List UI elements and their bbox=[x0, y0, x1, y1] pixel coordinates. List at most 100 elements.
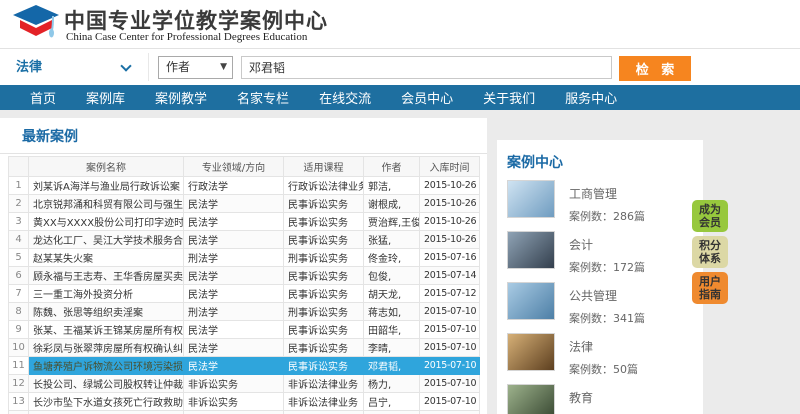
category-item[interactable]: 教育 案例数：65篇 bbox=[507, 384, 703, 414]
case-author: 贾治辉,王俊 bbox=[364, 213, 420, 231]
case-link[interactable]: 长投公司、绿城公司股权转让仲裁案（ bbox=[29, 375, 184, 393]
case-link[interactable]: 中国诉美国四种产品（标准钢管、矩形 bbox=[29, 411, 184, 414]
case-author: 陈咏梅, bbox=[364, 411, 420, 414]
category-text: 教育 案例数：65篇 bbox=[569, 384, 638, 414]
case-link[interactable]: 长沙市坠下水道女孩死亡行政救助案例 bbox=[29, 393, 184, 411]
case-index: 4 bbox=[9, 231, 29, 249]
category-item[interactable]: 会计 案例数：172篇 bbox=[507, 231, 703, 275]
case-link[interactable]: 张某、王福某诉王锦某房屋所有权确认 bbox=[29, 321, 184, 339]
case-author: 邓君韬, bbox=[364, 357, 420, 375]
case-field: 民法学 bbox=[184, 339, 284, 357]
site-logo[interactable] bbox=[12, 3, 60, 45]
category-count: 案例数：172篇 bbox=[569, 259, 645, 275]
category-text: 会计 案例数：172篇 bbox=[569, 231, 645, 275]
case-link[interactable]: 鱼塘养殖户诉物流公司环境污染损害案 bbox=[29, 357, 184, 375]
side-button[interactable]: 成为 会员 bbox=[692, 200, 728, 232]
case-field: 民法学 bbox=[184, 321, 284, 339]
case-author: 谢根成, bbox=[364, 195, 420, 213]
nav-item[interactable]: 案例教学 bbox=[155, 88, 207, 107]
case-link[interactable]: 刘某诉A海洋与渔业局行政诉讼案 bbox=[29, 177, 184, 195]
case-date: 2015-07-10 bbox=[420, 339, 480, 357]
case-index: 2 bbox=[9, 195, 29, 213]
nav-item[interactable]: 在线交流 bbox=[319, 88, 371, 107]
case-link[interactable]: 三一重工海外投资分析 bbox=[29, 285, 184, 303]
table-row: 1 刘某诉A海洋与渔业局行政诉讼案 行政法学 行政诉讼法律业务 郭洁, 2015… bbox=[9, 177, 480, 195]
case-course: 刑事诉讼实务 bbox=[284, 249, 364, 267]
category-item[interactable]: 法律 案例数：50篇 bbox=[507, 333, 703, 377]
case-author: 吕宁, bbox=[364, 393, 420, 411]
case-index: 12 bbox=[9, 375, 29, 393]
case-course: 民事诉讼实务 bbox=[284, 357, 364, 375]
case-field: 民法学 bbox=[184, 285, 284, 303]
case-course: 民事诉讼实务 bbox=[284, 339, 364, 357]
search-bar: 法律 作者 ▼ 检 索 bbox=[0, 48, 800, 85]
col-header-date: 入库时间 bbox=[420, 157, 480, 177]
case-field: 民法学 bbox=[184, 195, 284, 213]
nav-item[interactable]: 服务中心 bbox=[565, 88, 617, 107]
case-date: 2015-07-10 bbox=[420, 357, 480, 375]
case-link[interactable]: 顾永福与王志寿、王华香房屋买卖合同 bbox=[29, 267, 184, 285]
case-link[interactable]: 龙达化工厂、吴江大学技术服务合同纠 bbox=[29, 231, 184, 249]
search-input[interactable] bbox=[241, 56, 612, 79]
table-header-row: 案例名称 专业领域/方向 适用课程 作者 入库时间 bbox=[9, 157, 480, 177]
case-field: 刑法学 bbox=[184, 249, 284, 267]
nav-item[interactable]: 会员中心 bbox=[401, 88, 453, 107]
category-select[interactable]: 法律 bbox=[16, 58, 138, 78]
case-link[interactable]: 陈魏、张思等组织卖淫案 bbox=[29, 303, 184, 321]
case-index: 5 bbox=[9, 249, 29, 267]
case-field: 行政法学 bbox=[184, 177, 284, 195]
case-field: 非诉讼实务 bbox=[184, 411, 284, 414]
category-item[interactable]: 工商管理 案例数：286篇 bbox=[507, 180, 703, 224]
field-select[interactable]: 作者 ▼ bbox=[158, 56, 233, 79]
category-item[interactable]: 公共管理 案例数：341篇 bbox=[507, 282, 703, 326]
side-button-line1: 用户 bbox=[692, 275, 728, 288]
case-index: 10 bbox=[9, 339, 29, 357]
case-author: 蒋志如, bbox=[364, 303, 420, 321]
case-center-panel: 案例中心 工商管理 案例数：286篇 会计 案例数：172篇 公共管理 案例数：… bbox=[497, 140, 703, 414]
case-link[interactable]: 北京锐邦涌和科贸有限公司与强生（上 bbox=[29, 195, 184, 213]
case-field: 非诉讼实务 bbox=[184, 375, 284, 393]
category-name: 教育 bbox=[569, 389, 638, 406]
table-row: 9 张某、王福某诉王锦某房屋所有权确认 民法学 民事诉讼实务 田韶华, 2015… bbox=[9, 321, 480, 339]
table-row: 11 鱼塘养殖户诉物流公司环境污染损害案 民法学 民事诉讼实务 邓君韬, 201… bbox=[9, 357, 480, 375]
side-button[interactable]: 用户 指南 bbox=[692, 272, 728, 304]
search-button[interactable]: 检 索 bbox=[619, 56, 691, 81]
case-link[interactable]: 黄XX与XXXX股份公司打印字迹时间... bbox=[29, 213, 184, 231]
nav-item[interactable]: 案例库 bbox=[86, 88, 125, 107]
category-name: 工商管理 bbox=[569, 185, 645, 202]
side-button-line2: 指南 bbox=[692, 288, 728, 301]
page: 中国专业学位教学案例中心 China Case Center for Profe… bbox=[0, 0, 800, 414]
case-index: 6 bbox=[9, 267, 29, 285]
nav-item[interactable]: 关于我们 bbox=[483, 88, 535, 107]
table-row: 2 北京锐邦涌和科贸有限公司与强生（上 民法学 民事诉讼实务 谢根成, 2015… bbox=[9, 195, 480, 213]
table-row: 14 中国诉美国四种产品（标准钢管、矩形 非诉讼实务 非诉讼法律业务 陈咏梅, … bbox=[9, 411, 480, 414]
case-field: 民法学 bbox=[184, 231, 284, 249]
category-thumbnail bbox=[507, 333, 555, 371]
case-date: 2015-10-26 bbox=[420, 177, 480, 195]
field-select-value: 作者 bbox=[166, 60, 190, 74]
case-date: 2015-07-10 bbox=[420, 393, 480, 411]
latest-cases-panel: 最新案例 案例名称 专业领域/方向 适用课程 作者 入库时间 1 刘 bbox=[0, 118, 487, 414]
case-field: 民法学 bbox=[184, 357, 284, 375]
table-row: 12 长投公司、绿城公司股权转让仲裁案（ 非诉讼实务 非诉讼法律业务 杨力, 2… bbox=[9, 375, 480, 393]
case-author: 郭洁, bbox=[364, 177, 420, 195]
case-author: 佟金玲, bbox=[364, 249, 420, 267]
case-link[interactable]: 徐彩凤与张翠萍房屋所有权确认纠纷案 bbox=[29, 339, 184, 357]
category-text: 公共管理 案例数：341篇 bbox=[569, 282, 645, 326]
col-header-index bbox=[9, 157, 29, 177]
case-course: 民事诉讼实务 bbox=[284, 195, 364, 213]
category-text: 工商管理 案例数：286篇 bbox=[569, 180, 645, 224]
case-date: 2015-07-16 bbox=[420, 249, 480, 267]
case-link[interactable]: 赵某某失火案 bbox=[29, 249, 184, 267]
case-course: 非诉讼法律业务 bbox=[284, 393, 364, 411]
category-count: 案例数：341篇 bbox=[569, 310, 645, 326]
side-button-line1: 积分 bbox=[692, 239, 728, 252]
case-field: 民法学 bbox=[184, 267, 284, 285]
side-button[interactable]: 积分 体系 bbox=[692, 236, 728, 268]
nav-item[interactable]: 名家专栏 bbox=[237, 88, 289, 107]
case-date: 2015-10-26 bbox=[420, 195, 480, 213]
nav-item[interactable]: 首页 bbox=[30, 88, 56, 107]
case-date: 2015-07-10 bbox=[420, 303, 480, 321]
col-header-field: 专业领域/方向 bbox=[184, 157, 284, 177]
category-name: 会计 bbox=[569, 236, 645, 253]
